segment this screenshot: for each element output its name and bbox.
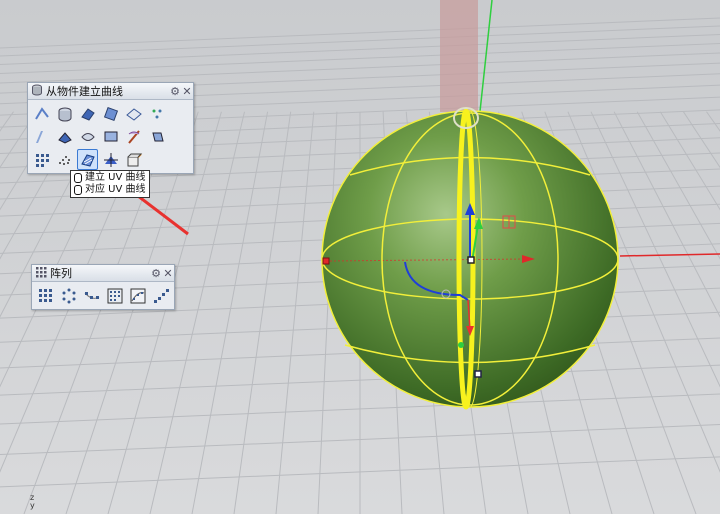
duplicate-face-border-icon[interactable] — [77, 103, 98, 124]
gear-icon[interactable]: ⚙ — [150, 267, 162, 280]
gear-icon[interactable]: ⚙ — [169, 85, 181, 98]
right-mouse-icon — [74, 185, 82, 195]
extract-wireframe-icon[interactable] — [123, 103, 144, 124]
panel-titlebar[interactable]: 阵列 ⚙ ✕ — [32, 265, 174, 282]
polar-array-icon[interactable] — [58, 285, 79, 306]
tooltip: 建立 UV 曲线 对应 UV 曲线 — [70, 170, 150, 198]
project-curve-icon[interactable] — [31, 126, 52, 147]
contour-icon[interactable] — [100, 126, 121, 147]
left-mouse-icon — [74, 173, 82, 183]
point-cloud-icon[interactable] — [31, 149, 52, 170]
cylinder-icon — [31, 84, 43, 99]
pull-curve-icon[interactable] — [54, 126, 75, 147]
silhouette-icon[interactable] — [146, 126, 167, 147]
highlight-ghost — [440, 0, 478, 112]
duplicate-edge-icon[interactable] — [31, 103, 52, 124]
array-along-curve-icon[interactable] — [81, 285, 102, 306]
panel-titlebar[interactable]: 从物件建立曲线 ⚙ ✕ — [28, 83, 193, 100]
perspective-viewport[interactable] — [0, 0, 720, 514]
intersect-icon[interactable] — [77, 126, 98, 147]
camera-box-icon[interactable] — [123, 149, 144, 170]
tooltip-line-2: 对应 UV 曲线 — [85, 184, 146, 195]
extract-isocurve-icon[interactable] — [100, 103, 121, 124]
rectangular-array-icon[interactable] — [35, 285, 56, 306]
duplicate-border-icon[interactable] — [54, 103, 75, 124]
section-icon[interactable] — [123, 126, 144, 147]
panel-title: 阵列 — [50, 267, 72, 280]
panel-title: 从物件建立曲线 — [46, 85, 123, 98]
close-icon[interactable]: ✕ — [162, 267, 174, 280]
point-set-icon[interactable] — [54, 149, 75, 170]
panel-curve-from-object[interactable]: 从物件建立曲线 ⚙ ✕ — [27, 82, 194, 174]
extract-points-icon[interactable] — [146, 103, 167, 124]
split-surface-icon[interactable] — [100, 149, 121, 170]
tooltip-line-1: 建立 UV 曲线 — [85, 172, 146, 183]
axis-indicator: z y — [30, 493, 35, 510]
panel-array[interactable]: 阵列 ⚙ ✕ — [31, 264, 175, 310]
array-grid-icon — [35, 266, 47, 281]
array-on-surface-icon[interactable] — [104, 285, 125, 306]
create-uv-curves-icon[interactable] — [77, 149, 98, 170]
array-along-curve-on-surface-icon[interactable] — [127, 285, 148, 306]
close-icon[interactable]: ✕ — [181, 85, 193, 98]
array-linear-icon[interactable] — [150, 285, 171, 306]
